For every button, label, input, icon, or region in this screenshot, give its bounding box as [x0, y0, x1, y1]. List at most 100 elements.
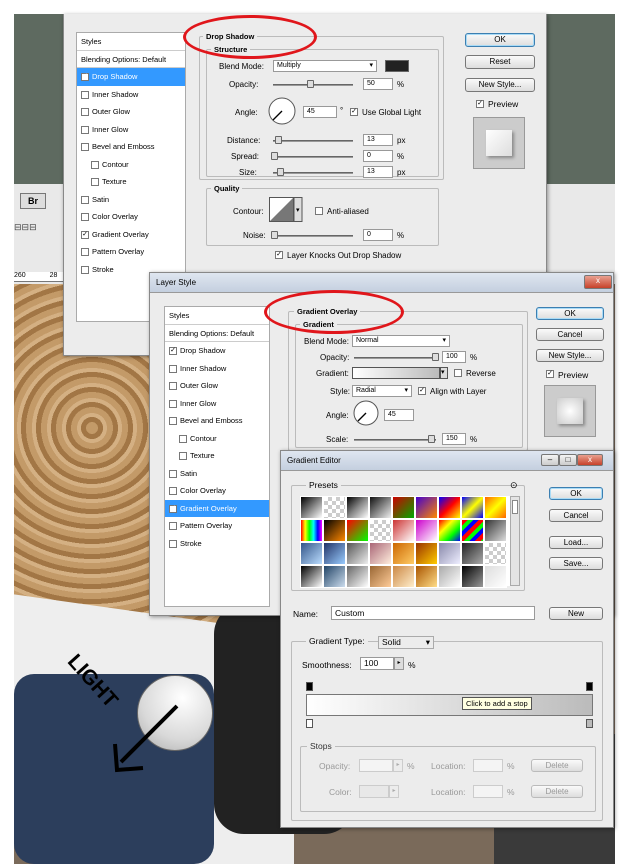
style-item[interactable]: Satin	[165, 465, 269, 483]
style-item-checkbox[interactable]	[179, 452, 187, 461]
bridge-button[interactable]: Br	[20, 193, 46, 209]
preset-swatch[interactable]	[392, 519, 415, 542]
gradient-bar[interactable]	[306, 694, 593, 716]
opacity-field[interactable]: 50	[363, 78, 393, 90]
styles-header[interactable]: Styles	[77, 33, 185, 51]
stop-opacity-location-field[interactable]	[473, 759, 503, 772]
preset-swatch[interactable]	[438, 519, 461, 542]
preset-swatch[interactable]	[300, 565, 323, 588]
preview-checkbox[interactable]: ✓	[476, 100, 484, 108]
preset-swatch[interactable]	[438, 565, 461, 588]
spread-slider[interactable]	[273, 156, 353, 158]
preset-swatch[interactable]	[346, 519, 369, 542]
preset-swatch[interactable]	[415, 496, 438, 519]
preset-swatch[interactable]	[323, 565, 346, 588]
preset-swatch[interactable]	[415, 542, 438, 565]
close-button[interactable]: x	[584, 275, 612, 289]
preset-swatch[interactable]	[415, 519, 438, 542]
style-item[interactable]: Contour	[165, 430, 269, 448]
scale-field[interactable]: 150	[442, 433, 466, 445]
align-checkbox[interactable]: ✓	[418, 387, 426, 395]
knocks-out-checkbox[interactable]: ✓	[275, 251, 283, 259]
angle-field[interactable]: 45	[384, 409, 414, 421]
preset-swatch[interactable]	[484, 519, 507, 542]
stop-opacity-stepper-icon[interactable]: ▸	[393, 759, 403, 772]
distance-slider-thumb[interactable]	[275, 136, 282, 144]
style-item[interactable]: Bevel and Emboss	[77, 138, 185, 156]
contour-picker-icon[interactable]: ▾	[269, 197, 303, 223]
shadow-color-swatch[interactable]	[385, 60, 409, 72]
noise-slider-thumb[interactable]	[271, 231, 278, 239]
preset-swatch[interactable]	[369, 519, 392, 542]
opacity-slider[interactable]	[354, 357, 436, 359]
preset-swatch[interactable]	[438, 542, 461, 565]
preset-swatch[interactable]	[346, 565, 369, 588]
style-item[interactable]: Inner Shadow	[165, 360, 269, 378]
blending-options[interactable]: Blending Options: Default	[77, 51, 185, 68]
style-item-checkbox[interactable]	[169, 382, 177, 391]
preset-swatch[interactable]	[369, 542, 392, 565]
preset-swatch[interactable]	[392, 565, 415, 588]
style-item-checkbox[interactable]	[169, 487, 177, 496]
presets-menu-icon[interactable]: ⊙	[510, 480, 518, 491]
style-item[interactable]: Texture	[165, 447, 269, 465]
presets-scrollbar[interactable]	[510, 496, 520, 586]
style-item-checkbox[interactable]: ✓	[81, 73, 89, 82]
opacity-slider-thumb[interactable]	[307, 80, 314, 88]
blend-mode-select[interactable]: Normal ▾	[352, 335, 450, 347]
new-style-button[interactable]: New Style...	[536, 349, 604, 362]
style-item[interactable]: Color Overlay	[77, 208, 185, 226]
preset-swatch[interactable]	[300, 519, 323, 542]
style-item[interactable]: Contour	[77, 156, 185, 174]
blend-mode-select[interactable]: Multiply ▾	[273, 60, 377, 72]
style-item[interactable]: Inner Glow	[165, 395, 269, 413]
scrollbar-thumb[interactable]	[512, 500, 518, 514]
style-item[interactable]: Color Overlay	[165, 482, 269, 500]
preset-swatch[interactable]	[300, 542, 323, 565]
style-item-checkbox[interactable]	[81, 90, 89, 99]
stop-color-swatch[interactable]	[359, 785, 389, 798]
preset-swatch[interactable]	[461, 565, 484, 588]
color-stop-left[interactable]	[306, 719, 313, 728]
style-item[interactable]: Pattern Overlay	[165, 517, 269, 535]
ok-button[interactable]: OK	[465, 33, 535, 47]
angle-dial-icon[interactable]	[267, 96, 297, 126]
blending-options[interactable]: Blending Options: Default	[165, 325, 269, 342]
scale-slider[interactable]	[354, 439, 436, 441]
style-item-checkbox[interactable]	[81, 265, 89, 274]
preview-checkbox[interactable]: ✓	[546, 370, 554, 378]
style-item-checkbox[interactable]	[81, 143, 89, 152]
preset-swatch[interactable]	[484, 542, 507, 565]
angle-field[interactable]: 45	[303, 106, 337, 118]
gradient-picker[interactable]	[352, 367, 440, 379]
preset-swatch[interactable]	[323, 496, 346, 519]
style-item-checkbox[interactable]	[81, 213, 89, 222]
style-item[interactable]: Satin	[77, 191, 185, 209]
align-icons[interactable]: ⊟⊟⊟	[14, 222, 64, 244]
style-item[interactable]: Bevel and Emboss	[165, 412, 269, 430]
preset-swatch[interactable]	[484, 565, 507, 588]
opacity-field[interactable]: 100	[442, 351, 466, 363]
styles-header[interactable]: Styles	[165, 307, 269, 325]
noise-field[interactable]: 0	[363, 229, 393, 241]
stop-color-arrow-icon[interactable]: ▸	[389, 785, 399, 798]
style-item[interactable]: ✓ Drop Shadow	[165, 342, 269, 360]
distance-slider[interactable]	[273, 140, 353, 142]
opacity-stop-left[interactable]	[306, 682, 313, 691]
load-button[interactable]: Load...	[549, 536, 603, 549]
save-button[interactable]: Save...	[549, 557, 603, 570]
reset-button[interactable]: Reset	[465, 55, 535, 69]
stop-opacity-delete-button[interactable]: Delete	[531, 759, 583, 772]
stop-color-location-field[interactable]	[473, 785, 503, 798]
preset-swatch[interactable]	[484, 496, 507, 519]
preset-swatch[interactable]	[346, 496, 369, 519]
new-button[interactable]: New	[549, 607, 603, 620]
gradient-dropdown-icon[interactable]: ▾	[440, 367, 448, 379]
opacity-stop-right[interactable]	[586, 682, 593, 691]
preset-swatch[interactable]	[369, 496, 392, 519]
style-item[interactable]: Inner Glow	[77, 121, 185, 139]
style-item-checkbox[interactable]	[91, 160, 99, 169]
preset-swatch[interactable]	[461, 519, 484, 542]
cancel-button[interactable]: Cancel	[549, 509, 603, 522]
opacity-slider-thumb[interactable]	[432, 353, 439, 361]
